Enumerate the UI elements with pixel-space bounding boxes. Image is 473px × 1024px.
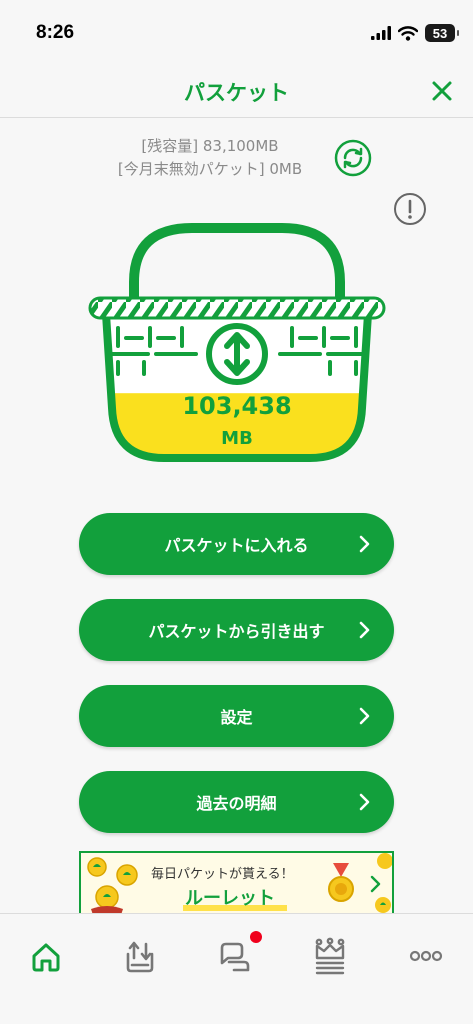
tab-basket-upload[interactable] bbox=[120, 936, 160, 976]
close-button[interactable] bbox=[427, 76, 457, 106]
basket-upload-icon bbox=[126, 941, 154, 973]
tab-chat[interactable] bbox=[214, 936, 254, 976]
cellular-signal-icon bbox=[371, 26, 391, 40]
history-button[interactable]: 過去の明細 bbox=[79, 771, 394, 833]
basket-handle bbox=[129, 223, 345, 309]
page-title: パスケット bbox=[184, 81, 289, 105]
info-icon bbox=[394, 193, 426, 225]
status-time: 8:26 bbox=[36, 22, 75, 43]
refresh-button[interactable] bbox=[334, 139, 372, 177]
coins-illustration-icon bbox=[87, 857, 138, 913]
refresh-icon bbox=[334, 139, 372, 177]
chevron-right-icon bbox=[370, 875, 381, 893]
more-icon bbox=[409, 950, 443, 962]
header: パスケット bbox=[0, 64, 473, 118]
banner-title: ルーレット bbox=[185, 888, 275, 909]
medal-icon bbox=[328, 863, 354, 902]
settings-button-label: 設定 bbox=[220, 708, 253, 727]
wifi-icon bbox=[398, 25, 418, 41]
tab-bar bbox=[0, 913, 473, 1024]
status-bar: 8:26 53 bbox=[0, 0, 473, 64]
chevron-right-icon bbox=[359, 793, 370, 811]
basket-rim bbox=[88, 296, 386, 320]
tab-ranking[interactable] bbox=[310, 936, 350, 976]
chevron-right-icon bbox=[359, 621, 370, 639]
roulette-banner[interactable]: 毎日パケットが貰える！ ルーレット bbox=[79, 851, 394, 913]
notification-badge bbox=[250, 931, 262, 943]
battery-icon: 53 bbox=[425, 24, 459, 42]
info-button[interactable] bbox=[393, 192, 427, 226]
withdraw-button-label: パスケットから引き出す bbox=[148, 622, 325, 641]
chevron-right-icon bbox=[359, 707, 370, 725]
basket-amount: 103,438 bbox=[182, 392, 292, 420]
chat-icon bbox=[220, 942, 250, 972]
banner-subtitle: 毎日パケットが貰える！ bbox=[151, 867, 294, 882]
crown-icon bbox=[315, 937, 345, 975]
status-icons: 53 bbox=[371, 22, 459, 44]
home-icon bbox=[32, 943, 60, 972]
transfer-arrows-icon bbox=[206, 323, 268, 385]
close-icon bbox=[432, 81, 452, 101]
withdraw-button[interactable]: パスケットから引き出す bbox=[79, 599, 394, 661]
chevron-right-icon bbox=[359, 535, 370, 553]
basket-unit: MB bbox=[221, 428, 253, 449]
history-button-label: 過去の明細 bbox=[196, 794, 277, 813]
tab-more[interactable] bbox=[406, 936, 446, 976]
tab-home[interactable] bbox=[26, 936, 66, 976]
settings-button[interactable]: 設定 bbox=[79, 685, 394, 747]
deposit-button[interactable]: パスケットに入れる bbox=[79, 513, 394, 575]
deposit-button-label: パスケットに入れる bbox=[164, 536, 309, 555]
